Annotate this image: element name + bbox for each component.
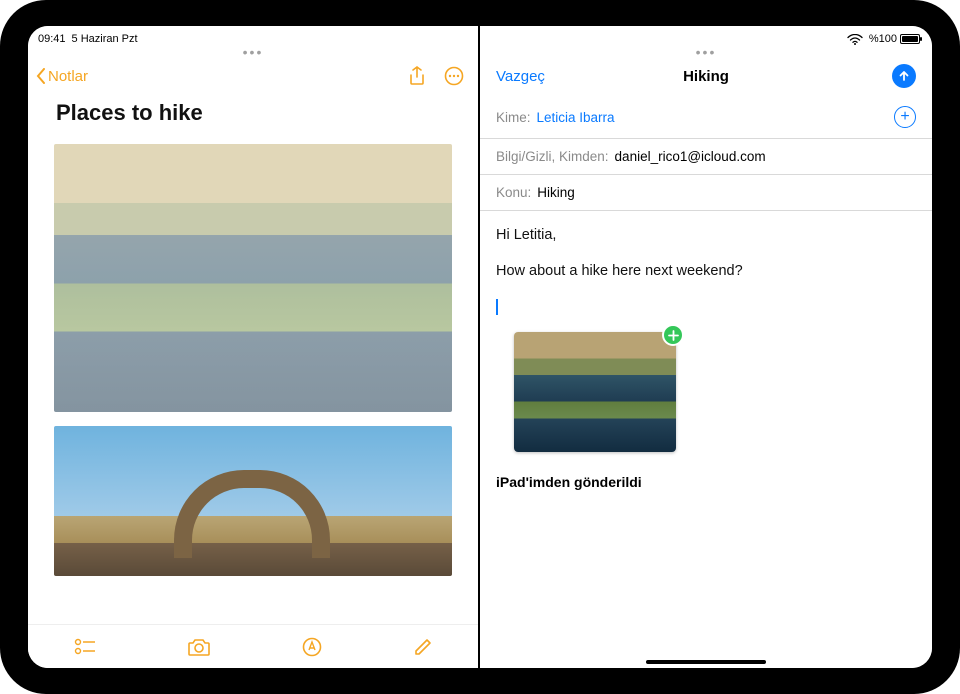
compose-icon bbox=[413, 637, 433, 657]
cc-from-field[interactable]: Bilgi/Gizli, Kimden: daniel_rico1@icloud… bbox=[480, 139, 932, 175]
markup-icon bbox=[302, 637, 322, 657]
markup-button[interactable] bbox=[302, 637, 322, 657]
subject-field[interactable]: Konu: Hiking bbox=[480, 175, 932, 211]
note-photo-2[interactable] bbox=[54, 426, 452, 576]
share-icon bbox=[408, 66, 426, 86]
ellipsis-circle-icon bbox=[444, 66, 464, 86]
attachment-add-badge[interactable] bbox=[662, 324, 684, 346]
cc-from-label: Bilgi/Gizli, Kimden: bbox=[496, 149, 609, 164]
body-line-1: Hi Letitia, bbox=[496, 225, 916, 247]
battery-icon bbox=[900, 34, 920, 44]
note-content[interactable]: Places to hike bbox=[28, 92, 478, 668]
plus-icon bbox=[668, 330, 679, 341]
arrow-up-icon bbox=[898, 70, 910, 82]
screen: 09:41 5 Haziran Pzt ••• Notlar bbox=[28, 26, 932, 668]
attachment-image bbox=[514, 332, 676, 452]
subject-label: Konu: bbox=[496, 185, 531, 200]
multitasking-dots-icon[interactable]: ••• bbox=[28, 44, 478, 58]
subject-value: Hiking bbox=[537, 185, 575, 200]
camera-button[interactable] bbox=[187, 637, 211, 657]
multitasking-dots-icon[interactable]: ••• bbox=[480, 44, 932, 58]
add-recipient-button[interactable]: + bbox=[894, 106, 916, 128]
camera-icon bbox=[187, 637, 211, 657]
home-indicator[interactable] bbox=[646, 660, 766, 664]
compose-button[interactable] bbox=[413, 637, 433, 657]
mail-body-editor[interactable]: Hi Letitia, How about a hike here next w… bbox=[480, 211, 932, 507]
wifi-icon bbox=[847, 34, 863, 45]
from-address: daniel_rico1@icloud.com bbox=[615, 149, 766, 164]
mail-compose-pane: %100 ••• Vazgeç Hiking Kime: Leticia Iba… bbox=[480, 26, 932, 668]
checklist-icon bbox=[74, 638, 96, 656]
checklist-button[interactable] bbox=[74, 638, 96, 656]
notes-navbar: Notlar bbox=[28, 58, 478, 92]
mail-title: Hiking bbox=[480, 68, 932, 85]
notes-bottom-toolbar bbox=[28, 624, 478, 668]
note-title: Places to hike bbox=[56, 100, 452, 126]
notes-app-pane: 09:41 5 Haziran Pzt ••• Notlar bbox=[28, 26, 478, 668]
attachment-thumbnail[interactable] bbox=[514, 332, 676, 452]
body-line-2: How about a hike here next weekend? bbox=[496, 261, 916, 283]
share-button[interactable] bbox=[408, 66, 426, 86]
chevron-left-icon bbox=[36, 68, 46, 84]
back-button[interactable]: Notlar bbox=[36, 68, 88, 85]
back-label: Notlar bbox=[48, 68, 88, 85]
send-button[interactable] bbox=[892, 64, 916, 88]
recipient-chip[interactable]: Leticia Ibarra bbox=[537, 110, 615, 125]
ipad-frame: 09:41 5 Haziran Pzt ••• Notlar bbox=[0, 0, 960, 694]
note-photo-1[interactable] bbox=[54, 144, 452, 412]
mail-signature: iPad'imden gönderildi bbox=[496, 472, 916, 493]
more-button[interactable] bbox=[444, 66, 464, 86]
mail-navbar: Vazgeç Hiking bbox=[480, 58, 932, 96]
to-label: Kime: bbox=[496, 110, 531, 125]
text-cursor bbox=[496, 299, 498, 315]
to-field[interactable]: Kime: Leticia Ibarra + bbox=[480, 96, 932, 139]
